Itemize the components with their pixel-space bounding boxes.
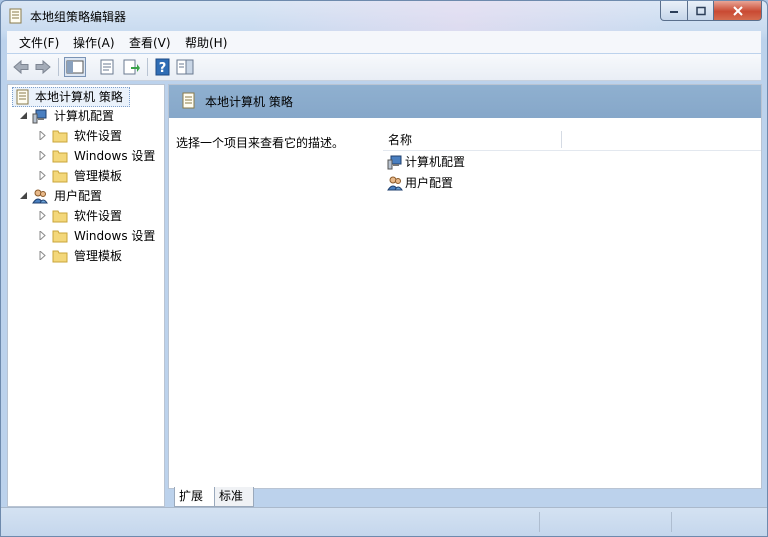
- tree-item-admin-templates[interactable]: 管理模板: [8, 167, 158, 185]
- export-list-icon[interactable]: [121, 57, 141, 77]
- close-icon: [732, 5, 743, 16]
- folder-icon: [52, 150, 68, 163]
- expand-arrow-icon[interactable]: [39, 131, 47, 140]
- folder-icon: [52, 210, 68, 223]
- tree-item-computer-config[interactable]: 计算机配置: [8, 107, 158, 125]
- details-header: 本地计算机 策略: [169, 85, 761, 118]
- menu-view[interactable]: 查看(V): [129, 34, 171, 51]
- toolbar: ?: [7, 54, 761, 81]
- help-icon[interactable]: ?: [153, 57, 173, 77]
- toolbar-separator: [58, 58, 59, 76]
- tree-label: 软件设置: [74, 209, 123, 223]
- computer-icon: [32, 109, 47, 124]
- show-tree-icon[interactable]: [64, 57, 86, 77]
- window-title: 本地组策略编辑器: [30, 10, 127, 24]
- tree-label: 软件设置: [74, 129, 123, 143]
- minimize-button[interactable]: [660, 1, 688, 21]
- status-cell: [539, 512, 670, 532]
- forward-arrow-icon[interactable]: [33, 57, 53, 77]
- minimize-icon: [670, 10, 678, 13]
- view-tabs: 扩展 标准: [168, 487, 762, 507]
- svg-text:?: ?: [159, 61, 167, 76]
- back-arrow-icon[interactable]: [11, 57, 31, 77]
- tree-item-user-config[interactable]: 用户配置: [8, 187, 158, 205]
- tab-extended[interactable]: 扩展: [174, 487, 218, 507]
- folder-icon: [52, 230, 68, 243]
- tree-item-software-settings[interactable]: 软件设置: [8, 127, 158, 145]
- menu-help[interactable]: 帮助(H): [185, 34, 227, 51]
- maximize-button[interactable]: [687, 1, 714, 21]
- tree-label: 用户配置: [54, 189, 103, 203]
- tree-item-windows-settings[interactable]: Windows 设置: [8, 227, 162, 245]
- status-bar: [1, 507, 767, 536]
- policy-document-icon: [16, 89, 29, 105]
- details-pane: 本地计算机 策略 选择一个项目来查看它的描述。 名称 计算机配置 用户配置: [168, 84, 762, 489]
- expand-arrow-icon[interactable]: [39, 231, 47, 240]
- collapse-arrow-icon[interactable]: [20, 111, 28, 120]
- folder-icon: [52, 250, 68, 263]
- tree-item-software-settings[interactable]: 软件设置: [8, 207, 158, 225]
- policy-app-icon: [9, 8, 22, 24]
- description-text: 选择一个项目来查看它的描述。: [176, 136, 345, 150]
- folder-icon: [52, 130, 68, 143]
- tree-item-windows-settings[interactable]: Windows 设置: [8, 147, 162, 165]
- column-name-label: 名称: [388, 133, 413, 147]
- show-action-pane-icon[interactable]: [175, 57, 195, 77]
- close-button[interactable]: [713, 1, 762, 21]
- expand-arrow-icon[interactable]: [39, 151, 47, 160]
- tree-label: 计算机配置: [54, 109, 115, 123]
- folder-icon: [52, 170, 68, 183]
- list-corner: [371, 118, 401, 128]
- toolbar-separator: [147, 58, 148, 76]
- users-icon: [387, 176, 403, 191]
- tree-pane: 本地计算机 策略 计算机配置 软件设置 Windows 设置 管理模板 用户配置…: [7, 84, 165, 507]
- policy-document-icon: [182, 92, 195, 109]
- expand-arrow-icon[interactable]: [39, 251, 47, 260]
- maximize-icon: [695, 6, 706, 15]
- menu-file[interactable]: 文件(F): [19, 34, 59, 51]
- list-item-label: 用户配置: [405, 176, 454, 190]
- menu-bar: 文件(F) 操作(A) 查看(V) 帮助(H): [7, 31, 761, 53]
- list-item-label: 计算机配置: [405, 155, 466, 169]
- title-bar[interactable]: 本地组策略编辑器: [1, 1, 767, 31]
- collapse-arrow-icon[interactable]: [20, 191, 28, 200]
- status-cell: [671, 512, 762, 532]
- column-separator[interactable]: [561, 131, 562, 148]
- computer-icon: [387, 155, 402, 170]
- expand-arrow-icon[interactable]: [39, 211, 47, 220]
- tree-root-label: 本地计算机 策略: [35, 90, 123, 104]
- expand-arrow-icon[interactable]: [39, 171, 47, 180]
- tree-label: 管理模板: [74, 169, 123, 183]
- menu-action[interactable]: 操作(A): [73, 34, 115, 51]
- tree-label: Windows 设置: [74, 149, 156, 163]
- tree-label: 管理模板: [74, 249, 123, 263]
- main-window: 本地组策略编辑器 文件(F) 操作(A) 查看(V) 帮助(H) ? 本地计算机…: [0, 0, 768, 537]
- column-header-name[interactable]: 名称: [383, 128, 761, 151]
- details-header-title: 本地计算机 策略: [205, 95, 293, 109]
- item-list: 名称 计算机配置 用户配置: [371, 118, 761, 488]
- tree-root-local-policy[interactable]: 本地计算机 策略: [12, 87, 130, 107]
- tree-label: Windows 设置: [74, 229, 156, 243]
- users-icon: [32, 189, 48, 204]
- tree-item-admin-templates[interactable]: 管理模板: [8, 247, 158, 265]
- tab-standard[interactable]: 标准: [214, 487, 254, 507]
- properties-icon[interactable]: [97, 57, 117, 77]
